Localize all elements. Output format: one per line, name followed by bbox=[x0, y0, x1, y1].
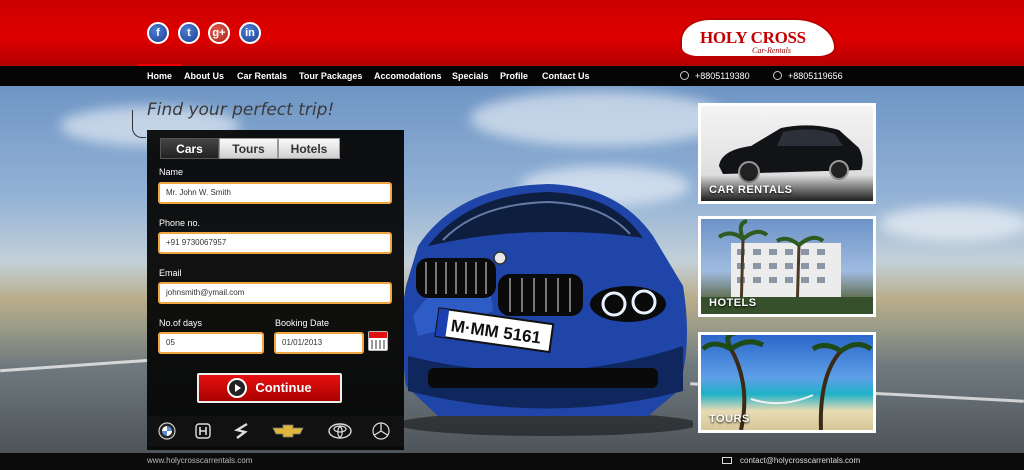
brand-logos bbox=[147, 416, 404, 446]
hotels-card[interactable]: HOTELS bbox=[698, 216, 876, 317]
continue-label: Continue bbox=[255, 380, 312, 395]
road-marking bbox=[0, 358, 150, 373]
site-logo[interactable]: HOLY CROSS Car-Rentals bbox=[680, 18, 836, 58]
header-bar: f t g+ in HOLY CROSS Car-Rentals bbox=[0, 0, 1024, 66]
logo-title: HOLY CROSS bbox=[700, 28, 806, 47]
blue-sports-car-image: M·MM 5161 bbox=[398, 184, 693, 436]
hero-tagline: Find your perfect trip! bbox=[147, 100, 335, 120]
bmw-logo-icon[interactable] bbox=[157, 422, 177, 440]
nav-tour-packages[interactable]: Tour Packages bbox=[299, 71, 362, 81]
honda-logo-icon[interactable] bbox=[193, 422, 213, 440]
name-input[interactable]: Mr. John W. Smith bbox=[158, 182, 392, 204]
nav-profile[interactable]: Profile bbox=[500, 71, 528, 81]
tours-card[interactable]: TOURS bbox=[698, 332, 876, 433]
google-plus-icon[interactable]: g+ bbox=[208, 22, 230, 44]
booking-form: Cars Tours Hotels Name Mr. John W. Smith… bbox=[147, 130, 404, 450]
nav-car-rentals[interactable]: Car Rentals bbox=[237, 71, 287, 81]
car-rentals-label: CAR RENTALS bbox=[709, 184, 793, 196]
footer-email-text: contact@holycrosscarrentals.com bbox=[740, 456, 861, 465]
phone-input[interactable]: +91 9730067957 bbox=[158, 232, 392, 254]
footer-bar: www.holycrosscarrentals.com contact@holy… bbox=[0, 453, 1024, 470]
calendar-icon[interactable] bbox=[368, 331, 388, 351]
arrow-right-icon bbox=[227, 377, 248, 398]
tab-cars[interactable]: Cars bbox=[160, 138, 219, 159]
facebook-icon[interactable]: f bbox=[147, 22, 169, 44]
nav-about-us[interactable]: About Us bbox=[184, 71, 224, 81]
email-label: Email bbox=[159, 268, 182, 278]
footer-email[interactable]: contact@holycrosscarrentals.com bbox=[722, 456, 860, 465]
suzuki-logo-icon[interactable] bbox=[232, 422, 252, 440]
tab-tours[interactable]: Tours bbox=[219, 138, 278, 159]
continue-button[interactable]: Continue bbox=[197, 373, 342, 403]
logo-subtitle: Car-Rentals bbox=[752, 46, 791, 55]
email-input[interactable]: johnsmith@ymail.com bbox=[158, 282, 392, 304]
phone-2-number: +8805119656 bbox=[788, 71, 843, 81]
arrow-doodle-icon bbox=[132, 110, 146, 138]
footer-website[interactable]: www.holycrosscarrentals.com bbox=[147, 456, 252, 465]
phone-1: +8805119380 bbox=[680, 71, 750, 81]
nav-specials[interactable]: Specials bbox=[452, 71, 489, 81]
name-label: Name bbox=[159, 167, 184, 177]
booking-date-label: Booking Date bbox=[275, 318, 330, 328]
phone-icon bbox=[680, 71, 689, 80]
mercedes-logo-icon[interactable] bbox=[371, 422, 391, 440]
booking-date-input[interactable]: 01/01/2013 bbox=[274, 332, 364, 354]
phone-label: Phone no. bbox=[159, 218, 201, 228]
phone-1-number: +8805119380 bbox=[695, 71, 750, 81]
hotels-label: HOTELS bbox=[709, 297, 757, 309]
mail-icon bbox=[722, 457, 732, 464]
days-input[interactable]: 05 bbox=[158, 332, 264, 354]
phone-icon bbox=[773, 71, 782, 80]
cloud-image bbox=[880, 206, 1024, 241]
main-nav: Home About Us Car Rentals Tour Packages … bbox=[0, 64, 1024, 86]
twitter-icon[interactable]: t bbox=[178, 22, 200, 44]
days-label: No.of days bbox=[159, 318, 203, 328]
linkedin-icon[interactable]: in bbox=[239, 22, 261, 44]
phone-2: +8805119656 bbox=[773, 71, 843, 81]
cloud-image bbox=[470, 91, 730, 146]
nav-accomodations[interactable]: Accomodations bbox=[374, 71, 442, 81]
nav-contact-us[interactable]: Contact Us bbox=[542, 71, 590, 81]
nav-home[interactable]: Home bbox=[136, 64, 183, 81]
car-rentals-card[interactable]: CAR RENTALS bbox=[698, 103, 876, 204]
toyota-logo-icon[interactable] bbox=[327, 422, 353, 440]
tours-label: TOURS bbox=[709, 413, 750, 425]
tab-hotels[interactable]: Hotels bbox=[278, 138, 340, 159]
chevrolet-logo-icon[interactable] bbox=[271, 422, 305, 440]
